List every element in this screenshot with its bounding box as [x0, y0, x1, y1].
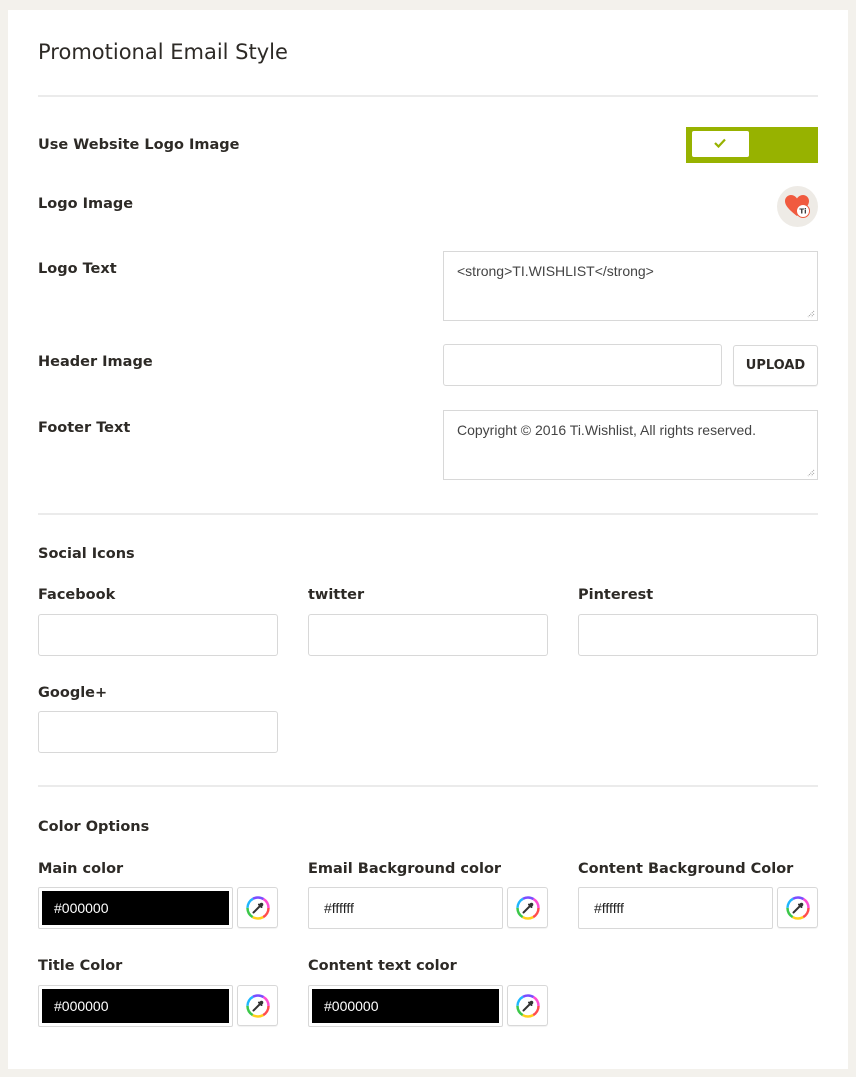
email-bg-color-input[interactable]: #ffffff [308, 887, 503, 929]
main-color-picker-button[interactable] [237, 887, 278, 928]
color-picker-icon [246, 896, 270, 920]
logo-text-textarea[interactable]: <strong>TI.WISHLIST</strong> [443, 251, 818, 321]
content-bg-color-value: #ffffff [582, 891, 769, 925]
resize-grip-icon[interactable] [807, 310, 815, 318]
settings-panel: Promotional Email Style Use Website Logo… [8, 10, 848, 1069]
pinterest-label: Pinterest [578, 587, 654, 603]
main-color-label: Main color [38, 861, 124, 877]
color-picker-icon [786, 896, 810, 920]
check-icon [714, 138, 726, 148]
content-bg-color-input[interactable]: #ffffff [578, 887, 773, 929]
google-label: Google+ [38, 685, 108, 701]
logo-image-label: Logo Image [38, 196, 134, 212]
pinterest-input[interactable] [578, 614, 818, 656]
use-logo-toggle[interactable] [686, 127, 818, 163]
color-picker-icon [516, 994, 540, 1018]
header-image-input[interactable] [443, 344, 722, 386]
facebook-input[interactable] [38, 614, 278, 656]
twitter-label: twitter [308, 587, 365, 603]
footer-text-value: Copyright © 2016 Ti.Wishlist, All rights… [457, 422, 756, 438]
use-logo-label: Use Website Logo Image [38, 137, 240, 153]
color-picker-icon [516, 896, 540, 920]
header-image-label: Header Image [38, 354, 153, 370]
content-text-color-input[interactable]: #000000 [308, 985, 503, 1027]
divider [38, 95, 818, 97]
divider [38, 513, 818, 515]
email-bg-color-label: Email Background color [308, 861, 502, 877]
title-color-input[interactable]: #000000 [38, 985, 233, 1027]
facebook-label: Facebook [38, 587, 116, 603]
content-bg-color-picker-button[interactable] [777, 887, 818, 928]
title-color-value: #000000 [42, 989, 229, 1023]
content-text-color-picker-button[interactable] [507, 985, 548, 1026]
footer-text-textarea[interactable]: Copyright © 2016 Ti.Wishlist, All rights… [443, 410, 818, 480]
logo-text-label: Logo Text [38, 261, 117, 277]
title-color-picker-button[interactable] [237, 985, 278, 1026]
main-color-input[interactable]: #000000 [38, 887, 233, 929]
page-title: Promotional Email Style [38, 40, 288, 64]
twitter-input[interactable] [308, 614, 548, 656]
main-color-value: #000000 [42, 891, 229, 925]
color-section-title: Color Options [38, 819, 150, 835]
resize-grip-icon[interactable] [807, 469, 815, 477]
upload-button[interactable]: UPLOAD [733, 345, 818, 386]
content-text-color-value: #000000 [312, 989, 499, 1023]
toggle-knob [692, 131, 749, 157]
footer-text-label: Footer Text [38, 420, 131, 436]
google-input[interactable] [38, 711, 278, 753]
heart-logo-icon: Ti [785, 195, 810, 218]
color-picker-icon [246, 994, 270, 1018]
divider [38, 785, 818, 787]
logo-image-preview[interactable]: Ti [777, 186, 818, 227]
logo-text-value: <strong>TI.WISHLIST</strong> [457, 263, 654, 279]
title-color-label: Title Color [38, 958, 123, 974]
content-text-color-label: Content text color [308, 958, 457, 974]
email-bg-color-picker-button[interactable] [507, 887, 548, 928]
social-section-title: Social Icons [38, 546, 135, 562]
logo-badge-text: Ti [799, 208, 806, 216]
content-bg-color-label: Content Background Color [578, 861, 794, 877]
email-bg-color-value: #ffffff [312, 891, 499, 925]
